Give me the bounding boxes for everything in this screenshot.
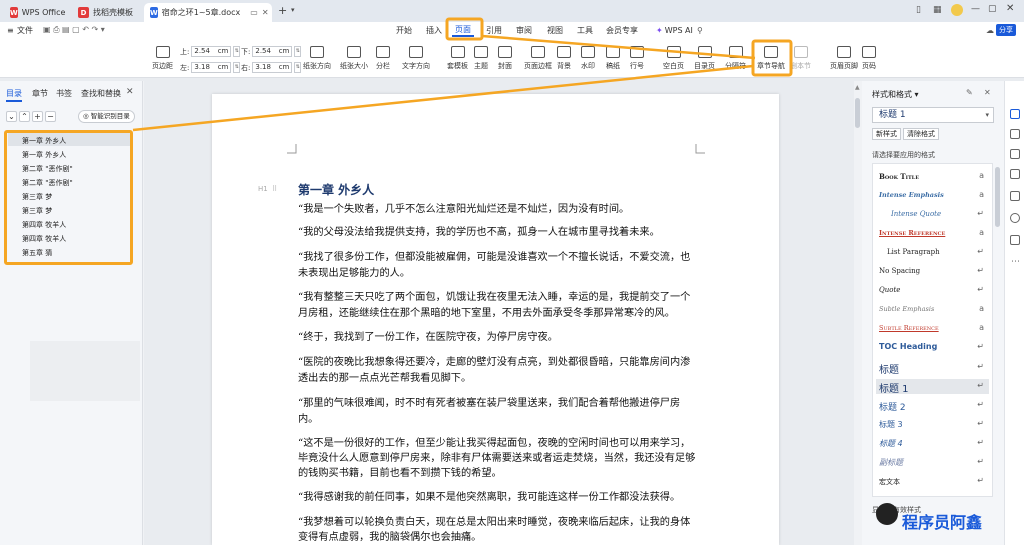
annotation-overlay: [132, 17, 793, 132]
page-tab-highlight: [445, 17, 484, 41]
arrow-line: [481, 34, 756, 60]
section-nav-highlight: [751, 39, 793, 77]
arrow-line: [132, 64, 754, 132]
